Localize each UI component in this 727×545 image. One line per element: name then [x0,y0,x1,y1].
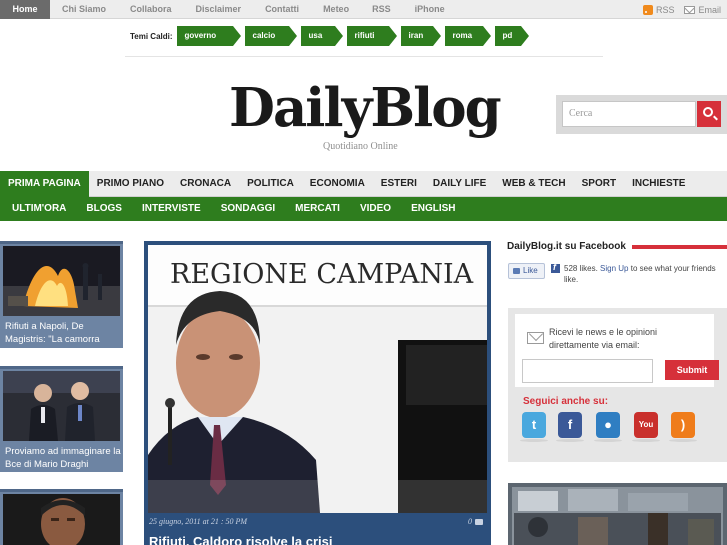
facebook-widget-title: DailyBlog.it su Facebook [507,241,626,252]
top-nav-disclaimer[interactable]: Disclaimer [196,0,242,19]
news-thumbnail[interactable] [3,246,120,316]
search-icon [703,107,713,117]
hot-topics-label: Temi Caldi: [130,31,173,41]
sub-nav-mercati[interactable]: MERCATI [295,197,340,221]
main-nav-sport[interactable]: SPORT [574,171,624,197]
news-thumbnail[interactable] [3,494,120,545]
site-tagline: Quotidiano Online [323,141,398,152]
news-card[interactable]: Proviamo ad immaginare la Bce di Mario D… [0,366,123,472]
hot-tag[interactable]: iran [400,26,441,46]
newsletter-form: Ricevi le news e le opinioni direttament… [515,314,719,387]
main-nav-web-tech[interactable]: WEB & TECH [494,171,573,197]
hot-tag[interactable]: usa [300,26,343,46]
main-nav-politica[interactable]: POLITICA [239,171,302,197]
main-nav-prima-pagina[interactable]: PRIMA PAGINA [0,171,89,197]
sub-nav: ULTIM'ORA BLOGS INTERVISTE SONDAGGI MERC… [0,197,727,221]
top-nav-iphone[interactable]: iPhone [415,0,445,19]
featured-article[interactable]: REGIONE CAMPANIA 25 giugno, 2011 at 21 :… [144,241,491,545]
search-input[interactable]: Cerca [562,101,696,127]
title-underline [632,245,727,249]
email-link[interactable]: Email [684,5,721,15]
comment-count-value: 0 [468,517,472,526]
news-card[interactable]: Rifiuti a Napoli, De Magistris: "La camo… [0,241,123,348]
main-nav-esteri[interactable]: ESTERI [373,171,425,197]
email-label: Email [698,4,721,15]
hot-tag[interactable]: calcio [244,26,297,46]
sub-nav-sondaggi[interactable]: SONDAGGI [221,197,275,221]
main-nav-cronaca[interactable]: CRONACA [172,171,239,197]
top-right-links: RSS Email [642,0,721,19]
top-bar: Home Chi Siamo Collabora Disclaimer Cont… [0,0,727,19]
article-date: 25 giugno, 2011 at 21 : 50 PM [149,517,248,526]
mail-icon [527,332,544,344]
top-nav-rss[interactable]: RSS [372,0,391,19]
hot-tag[interactable]: rifiuti [346,26,397,46]
facebook-icon [551,262,560,273]
site-logo[interactable]: DailyBlog [229,78,502,138]
main-nav-economia[interactable]: ECONOMIA [302,171,373,197]
hot-tag[interactable]: roma [444,26,491,46]
top-nav-home[interactable]: Home [0,0,50,19]
hot-topics: Temi Caldi: governo calcio usa rifiuti i… [130,26,533,46]
twitter-icon[interactable]: t [520,412,548,442]
top-nav-meteo[interactable]: Meteo [323,0,349,19]
rss-label: RSS [655,4,675,15]
top-nav-contatti[interactable]: Contatti [265,0,299,19]
top-nav-collabora[interactable]: Collabora [130,0,172,19]
featured-headline[interactable]: Rifiuti, Caldoro risolve la crisi [149,535,489,545]
facebook-like-button[interactable]: Like [508,263,545,279]
main-nav-inchieste[interactable]: INCHIESTE [624,171,693,197]
newsletter-submit-button[interactable]: Submit [665,360,719,380]
like-count: 528 likes. [564,264,598,273]
facebook-icon[interactable]: f [556,412,584,442]
apple-icon[interactable]: ● [594,412,622,442]
mail-icon [684,5,696,14]
news-card[interactable] [0,489,123,545]
featured-image[interactable]: REGIONE CAMPANIA [148,245,487,513]
hot-tag[interactable]: governo [176,26,241,46]
search-box: Cerca [556,95,727,134]
sub-nav-ultimora[interactable]: ULTIM'ORA [12,197,66,221]
main-nav: PRIMA PAGINA PRIMO PIANO CRONACA POLITIC… [0,171,727,197]
news-caption[interactable]: Proviamo ad immaginare la Bce di Mario D… [5,445,121,471]
facebook-like-text: 528 likes. Sign Up to see what your frie… [564,263,724,285]
main-nav-daily-life[interactable]: DAILY LIFE [425,171,494,197]
comment-count[interactable]: 0 [468,517,483,526]
news-thumbnail[interactable] [3,371,120,441]
top-nav: Home Chi Siamo Collabora Disclaimer Cont… [0,0,445,19]
rss-icon[interactable]: ) [669,412,697,442]
search-button[interactable] [697,101,721,127]
follow-us-label: Seguici anche su: [523,396,609,407]
sub-nav-blogs[interactable]: BLOGS [86,197,122,221]
youtube-icon[interactable]: You [632,412,660,442]
divider [125,56,603,57]
sub-nav-interviste[interactable]: INTERVISTE [142,197,201,221]
newsletter-box: Ricevi le news e le opinioni direttament… [508,308,727,462]
sign-text: REGIONE CAMPANIA [170,259,474,290]
rss-icon [642,4,653,15]
news-caption[interactable]: Rifiuti a Napoli, De Magistris: "La camo… [5,320,121,346]
comment-bubble-icon [475,518,483,525]
facebook-signup-link[interactable]: Sign Up [600,264,628,273]
sub-nav-english[interactable]: ENGLISH [411,197,455,221]
sub-nav-video[interactable]: VIDEO [360,197,391,221]
newsletter-email-input[interactable] [522,359,653,383]
main-nav-primo-piano[interactable]: PRIMO PIANO [89,171,172,197]
hot-tag[interactable]: pd [494,26,529,46]
top-nav-chi-siamo[interactable]: Chi Siamo [62,0,106,19]
rss-link[interactable]: RSS [642,4,675,15]
sidebar-photo[interactable] [508,483,727,545]
newsletter-text: Ricevi le news e le opinioni direttament… [549,327,658,350]
